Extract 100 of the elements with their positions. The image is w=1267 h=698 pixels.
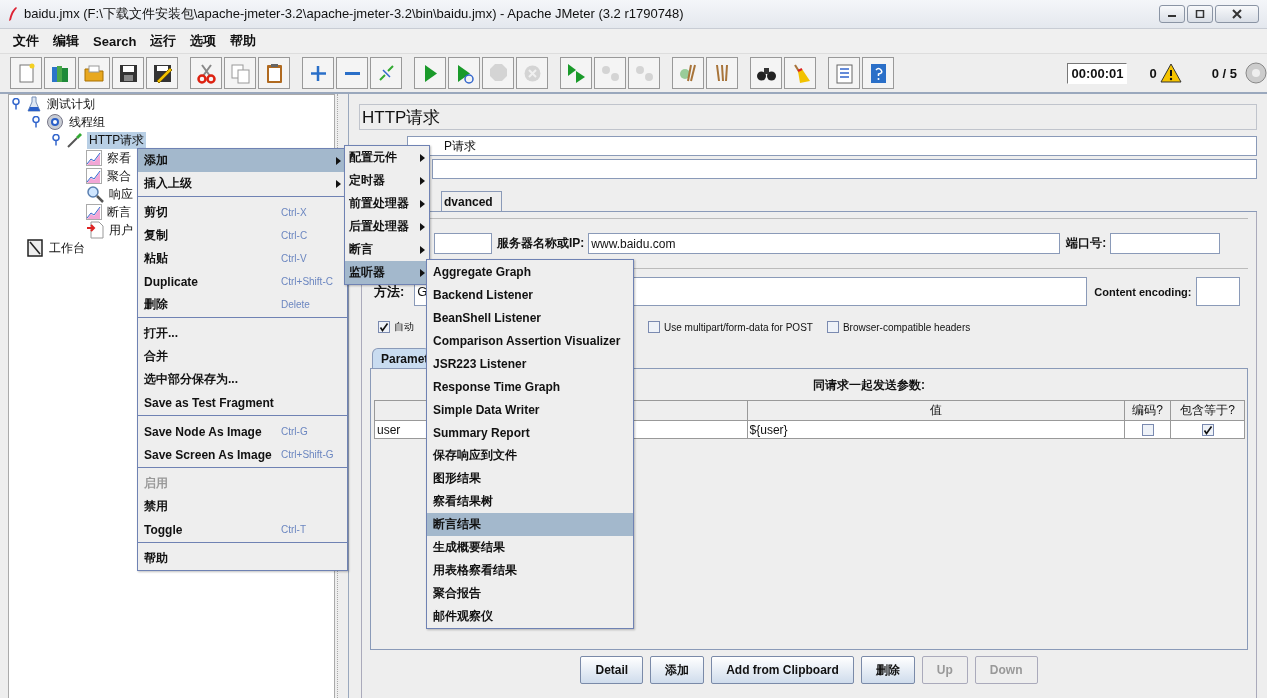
advanced-tab[interactable]: dvanced [441, 191, 502, 211]
window-title: baidu.jmx (F:\下载文件安装包\apache-jmeter-3.2\apache-jmeter-3.2\bin\baidu.jmx) - Apache JMeter (3.2 r1790748) [24, 5, 685, 23]
submenu-item[interactable]: 监听器 [345, 261, 429, 284]
listener-menu-item[interactable]: 用表格察看结果 [427, 559, 633, 582]
listener-menu-item[interactable]: BeanShell Listener [427, 306, 633, 329]
context-menu-item[interactable]: 选中部分保存为... [138, 368, 347, 391]
context-menu-item[interactable]: 插入上级 [138, 172, 347, 195]
context-menu-item[interactable]: 打开... [138, 322, 347, 345]
new-file-button[interactable] [10, 57, 42, 89]
context-menu-item[interactable]: 合并 [138, 345, 347, 368]
tree-item[interactable]: 响应 [107, 185, 135, 203]
minus-button[interactable] [336, 57, 368, 89]
submenu-item[interactable]: 断言 [345, 238, 429, 261]
comments-field[interactable] [432, 159, 1257, 179]
thread-count: 0 / 5 [1211, 65, 1237, 81]
menu-item[interactable]: Search [86, 31, 144, 51]
clipboard-button[interactable] [258, 57, 290, 89]
context-menu-item[interactable]: 复制 Ctrl-C [138, 224, 347, 247]
context-menu-item[interactable]: 粘贴 Ctrl-V [138, 247, 347, 270]
double-play-button[interactable] [560, 57, 592, 89]
name-field[interactable]: P请求 [407, 136, 1257, 156]
tree-item[interactable]: 聚合 [105, 167, 133, 185]
expander-icon[interactable] [9, 98, 23, 110]
close-icon [1232, 9, 1242, 19]
tree-item[interactable]: 用户 [107, 221, 135, 239]
menu-item[interactable]: 选项 [183, 30, 224, 52]
context-menu-item[interactable]: Toggle Ctrl-T [138, 518, 347, 541]
menu-item[interactable]: 运行 [143, 30, 184, 52]
copy-button[interactable] [224, 57, 256, 89]
list-button[interactable] [828, 57, 860, 89]
caret-icon [420, 222, 425, 231]
minus-icon [344, 71, 360, 75]
checkbox[interactable] [648, 321, 660, 333]
context-menu-item[interactable]: Save as Test Fragment [138, 391, 347, 414]
gear-broom-button[interactable] [672, 57, 704, 89]
floppy-disk-button[interactable] [112, 57, 144, 89]
maximize-button[interactable] [1187, 5, 1213, 23]
play-button[interactable] [414, 57, 446, 89]
play-circle-button[interactable] [448, 57, 480, 89]
context-menu-item[interactable]: 删除 Delete [138, 293, 347, 316]
panel-button[interactable]: 删除 [860, 656, 915, 684]
context-menu-item[interactable]: 帮助 [138, 547, 347, 570]
listener-menu-item[interactable]: 察看结果树 [427, 490, 633, 513]
tree-item[interactable]: 工作台 [47, 239, 87, 257]
checkbox[interactable] [826, 321, 839, 333]
books-button[interactable] [44, 57, 76, 89]
disk-pencil-button[interactable] [146, 57, 178, 89]
menu-item[interactable]: 文件 [6, 30, 46, 52]
checkbox[interactable] [1141, 423, 1154, 436]
encoding-field[interactable] [1195, 277, 1240, 306]
submenu-item[interactable]: 定时器 [345, 169, 429, 192]
menu-item[interactable]: 编辑 [46, 30, 86, 52]
encoding-label: Content encoding: [1094, 285, 1192, 298]
brooms-button[interactable] [706, 57, 738, 89]
listener-menu-item[interactable]: 生成概要结果 [427, 536, 633, 559]
parameters-heading: 同请求一起发送参数: [813, 377, 925, 394]
tree-item[interactable]: HTTP请求 [87, 131, 147, 149]
context-menu-item[interactable]: 禁用 [138, 495, 347, 518]
listener-menu-item[interactable]: Response Time Graph [427, 375, 633, 398]
listener-menu-item[interactable]: 断言结果 [427, 513, 633, 536]
tree-item[interactable]: 断言 [105, 203, 133, 221]
binoculars-button[interactable] [750, 57, 782, 89]
minimize-button[interactable] [1159, 5, 1185, 23]
warning-icon[interactable] [1159, 63, 1182, 83]
checkbox[interactable] [378, 321, 390, 333]
listener-menu-item[interactable]: 邮件观察仪 [427, 605, 633, 628]
plus-button[interactable] [302, 57, 334, 89]
column-header: 值 [747, 400, 1125, 421]
context-menu-item[interactable]: Save Screen As Image Ctrl+Shift-G [138, 443, 347, 466]
panel-button[interactable]: 添加 [650, 656, 705, 684]
tree-item[interactable]: 察看 [105, 149, 133, 167]
expander-icon[interactable] [29, 116, 43, 128]
panel-button[interactable]: Detail [580, 656, 644, 684]
submenu-item[interactable]: 前置处理器 [345, 192, 429, 215]
scissors-button[interactable] [190, 57, 222, 89]
tree-item[interactable]: 线程组 [67, 113, 107, 131]
listener-menu-item[interactable]: Comparison Assertion Visualizer [427, 329, 633, 352]
listener-menu-item[interactable]: Backend Listener [427, 283, 633, 306]
context-menu-item[interactable]: Save Node As Image Ctrl-G [138, 420, 347, 443]
listener-menu-item[interactable]: JSR223 Listener [427, 352, 633, 375]
listener-menu-item[interactable]: 聚合报告 [427, 582, 633, 605]
tree-item[interactable]: 测试计划 [45, 95, 97, 113]
server-field[interactable]: www.baidu.com [588, 233, 1061, 254]
menu-item[interactable]: 帮助 [223, 30, 264, 52]
port-field[interactable] [1110, 233, 1221, 254]
context-menu-item[interactable]: 添加 [138, 149, 347, 172]
listener-menu-item[interactable]: 图形结果 [427, 467, 633, 490]
listener-menu-item[interactable]: 保存响应到文件 [427, 444, 633, 467]
context-menu-item[interactable]: 剪切 Ctrl-X [138, 201, 347, 224]
submenu-item[interactable]: 后置处理器 [345, 215, 429, 238]
expander-icon[interactable] [49, 134, 63, 146]
panel-button[interactable]: Add from Clipboard [711, 656, 854, 684]
checkbox[interactable] [1201, 423, 1214, 436]
toggle-button[interactable] [370, 57, 402, 89]
help-book-button[interactable] [862, 57, 894, 89]
context-menu-item[interactable]: Duplicate Ctrl+Shift-C [138, 270, 347, 293]
close-button[interactable] [1215, 5, 1259, 23]
listener-menu-item[interactable]: Simple Data Writer [427, 398, 633, 421]
protocol-field[interactable] [434, 233, 492, 254]
error-count: 0 [1149, 65, 1157, 81]
